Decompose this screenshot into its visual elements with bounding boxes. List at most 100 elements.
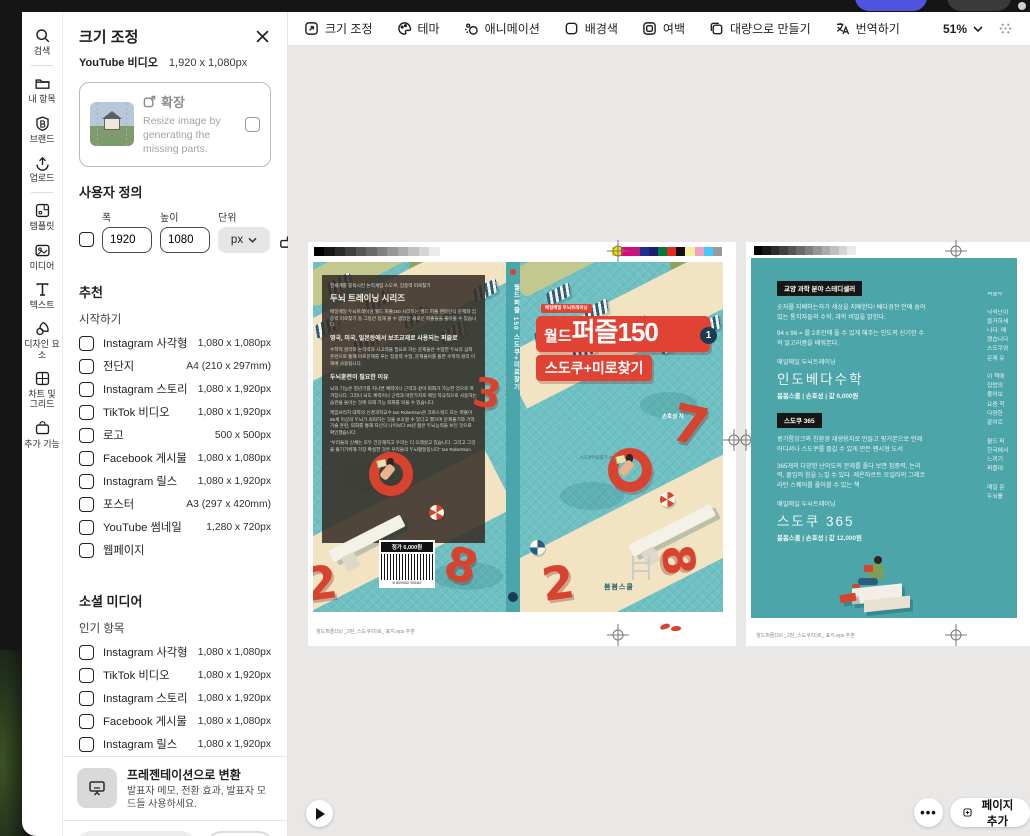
clipped-text-line: 니다. 메 [987, 329, 1017, 335]
preset-checkbox[interactable] [79, 428, 94, 443]
toolbar-animation-button[interactable]: 애니메이션 [464, 20, 540, 37]
preset-checkbox[interactable] [79, 451, 94, 466]
topbar-secondary-button-partial[interactable] [947, 0, 1011, 11]
preset-label: YouTube 썸네일 [103, 519, 197, 535]
preset-checkbox[interactable] [79, 645, 94, 660]
size-preset-row[interactable]: Instagram 릴스1,080 x 1,920px [79, 470, 271, 493]
size-preset-row[interactable]: Instagram 사각형 게시물1,080 x 1,080px [79, 332, 271, 355]
custom-checkbox[interactable] [79, 232, 94, 247]
preset-checkbox[interactable] [79, 382, 94, 397]
size-preset-row[interactable]: TikTok 비디오1,080 x 1,920px [79, 401, 271, 424]
reading-person-illustration [824, 556, 934, 614]
size-preset-row[interactable]: 웹페이지 [79, 539, 271, 562]
duplicate-resize-button[interactable]: Duplicate & Resize [75, 831, 197, 836]
preset-checkbox[interactable] [79, 405, 94, 420]
clipped-text-line: 이 책에 [987, 375, 1017, 381]
preset-checkbox[interactable] [79, 520, 94, 535]
preset-label: 포스터 [103, 496, 177, 512]
size-preset-row[interactable]: Instagram 스토리1,080 x 1,920px [79, 378, 271, 401]
size-preset-row[interactable]: YouTube 썸네일 1,280 x 720px [79, 516, 271, 539]
play-button[interactable] [306, 800, 333, 827]
size-preset-row[interactable]: Facebook 게시물1,080 x 1,080px [79, 447, 271, 470]
toolbar-resize-button[interactable]: 크기 조정 [304, 20, 373, 37]
beach-ball [429, 505, 444, 520]
preset-checkbox[interactable] [79, 668, 94, 683]
width-input[interactable] [102, 227, 152, 253]
current-format: YouTube 비디오 [79, 57, 158, 69]
resize-apply-button[interactable]: 크기 조정 [205, 831, 275, 836]
sidebar-item-text[interactable]: 텍스트 [22, 281, 62, 310]
clipped-text-line: 퍼즐대 [987, 467, 1017, 473]
volume-badge: 1 [700, 327, 717, 344]
size-preset-row[interactable]: TikTok 비디오1,080 x 1,920px [79, 664, 271, 687]
preset-size: A4 (210 x 297mm) [186, 361, 271, 372]
preset-checkbox[interactable] [79, 737, 94, 752]
toolbar-theme-button[interactable]: 테마 [397, 20, 440, 37]
resize-panel: 크기 조정 YouTube 비디오 1,920 x 1,080px 확장 Res… [62, 12, 287, 836]
book-spine: 월드퍼즐 150 스도쿠+미로찾기 [506, 262, 520, 612]
sidebar-item-upload[interactable]: 업로드 [22, 154, 62, 183]
sidebar-item-media[interactable]: 미디어 [22, 242, 62, 271]
size-preset-row[interactable]: Instagram 사각형 게시물1,080 x 1,080px [79, 641, 271, 664]
flip-flop [671, 625, 681, 631]
expand-description: Resize image by generating the missing p… [143, 114, 236, 157]
convert-description: 발표자 메모, 전환 효과, 발표자 모드들 사용하세요. [127, 785, 273, 811]
price-label: 정가 6,000원 [381, 542, 433, 552]
preset-label: 웹페이지 [103, 542, 262, 558]
expand-checkbox[interactable] [245, 117, 260, 132]
size-preset-row[interactable]: Instagram 스토리1,080 x 1,920px [79, 687, 271, 710]
sidebar-item-add-ons[interactable]: 추가 기능 [22, 420, 62, 449]
more-options-button[interactable]: ••• [914, 798, 943, 827]
preset-checkbox[interactable] [79, 474, 94, 489]
zoom-control[interactable]: 51% [943, 22, 983, 36]
sidebar-item-search[interactable]: 검색 [22, 27, 62, 56]
preset-label: Instagram 스토리 [103, 690, 189, 706]
height-label: 높이 [160, 209, 210, 224]
convert-to-presentation[interactable]: 프레젠테이션으로 변환 발표자 메모, 전환 효과, 발표자 모드들 사용하세요… [63, 756, 287, 820]
clipped-text-line: 두뇌를 [987, 495, 1017, 501]
size-preset-row[interactable]: 로고500 x 500px [79, 424, 271, 447]
topbar-avatar-partial[interactable] [1018, 2, 1026, 10]
book-title: 퍼즐150 [572, 321, 658, 344]
add-page-button[interactable]: 페이지 추가 [950, 798, 1030, 827]
sidebar-item-design-elements[interactable]: 디자인 요소 [22, 320, 62, 360]
close-icon[interactable] [254, 28, 271, 45]
grayscale-calibration-bar [754, 246, 864, 255]
size-preset-row[interactable]: Instagram 릴스1,080 x 1,920px [79, 733, 271, 756]
size-preset-row[interactable]: 포스터A3 (297 x 420mm) [79, 493, 271, 516]
clipped-text-line: 풀어보 [987, 393, 1017, 399]
preset-checkbox[interactable] [79, 714, 94, 729]
preset-size: 1,280 x 720px [206, 522, 271, 533]
preset-checkbox[interactable] [79, 336, 94, 351]
size-preset-row[interactable]: Facebook 게시물1,080 x 1,080px [79, 710, 271, 733]
toolbar-margin-button[interactable]: 여백 [642, 20, 685, 37]
convert-title: 프레젠테이션으로 변환 [127, 766, 273, 783]
sidebar-item-templates[interactable]: 템플릿 [22, 202, 62, 231]
layout-grid-icon[interactable] [997, 20, 1014, 37]
toolbar-translate-button[interactable]: 번역하기 [835, 20, 900, 37]
recommended-heading: 추천 [63, 282, 287, 301]
sidebar-item-brand[interactable]: 브랜드 [22, 115, 62, 144]
unit-select[interactable]: px [218, 227, 270, 253]
preset-checkbox[interactable] [79, 359, 94, 374]
artboard-info-page[interactable]: 교양 과학 분야 스테디셀러 숫자를 지배하는자가 세상을 지배한다! 베다경전… [746, 242, 1030, 646]
preset-size: 1,080 x 1,920px [198, 407, 271, 418]
sidebar-item-charts-grids[interactable]: 차트 및 그리드 [22, 370, 62, 410]
canvas[interactable]: 전세계를 중독시킨 논리게임 스도쿠, 집중력 미로찾기 두뇌 트레이닝 시리즈… [288, 46, 1030, 836]
expand-card[interactable]: 확장 Resize image by generating the missin… [79, 82, 271, 167]
height-input[interactable] [160, 227, 210, 253]
preset-checkbox[interactable] [79, 497, 94, 512]
size-preset-row[interactable]: 전단지A4 (210 x 297mm) [79, 355, 271, 378]
preset-checkbox[interactable] [79, 691, 94, 706]
presentation-icon [87, 778, 107, 798]
current-size: 1,920 x 1,080px [169, 57, 247, 69]
toolbar-bulk-create-button[interactable]: 대량으로 만들기 [709, 20, 811, 37]
preset-checkbox[interactable] [79, 543, 94, 558]
toolbar-background-color-button[interactable]: 배경색 [564, 20, 618, 37]
title-prefix: 월드 [544, 325, 572, 346]
zoom-value: 51% [943, 22, 967, 36]
rail-divider [31, 192, 53, 193]
artboard-cover-spread[interactable]: 전세계를 중독시킨 논리게임 스도쿠, 집중력 미로찾기 두뇌 트레이닝 시리즈… [308, 242, 736, 646]
sidebar-item-my-items[interactable]: 내 항목 [22, 75, 62, 104]
topbar-primary-button-partial[interactable] [855, 0, 927, 11]
